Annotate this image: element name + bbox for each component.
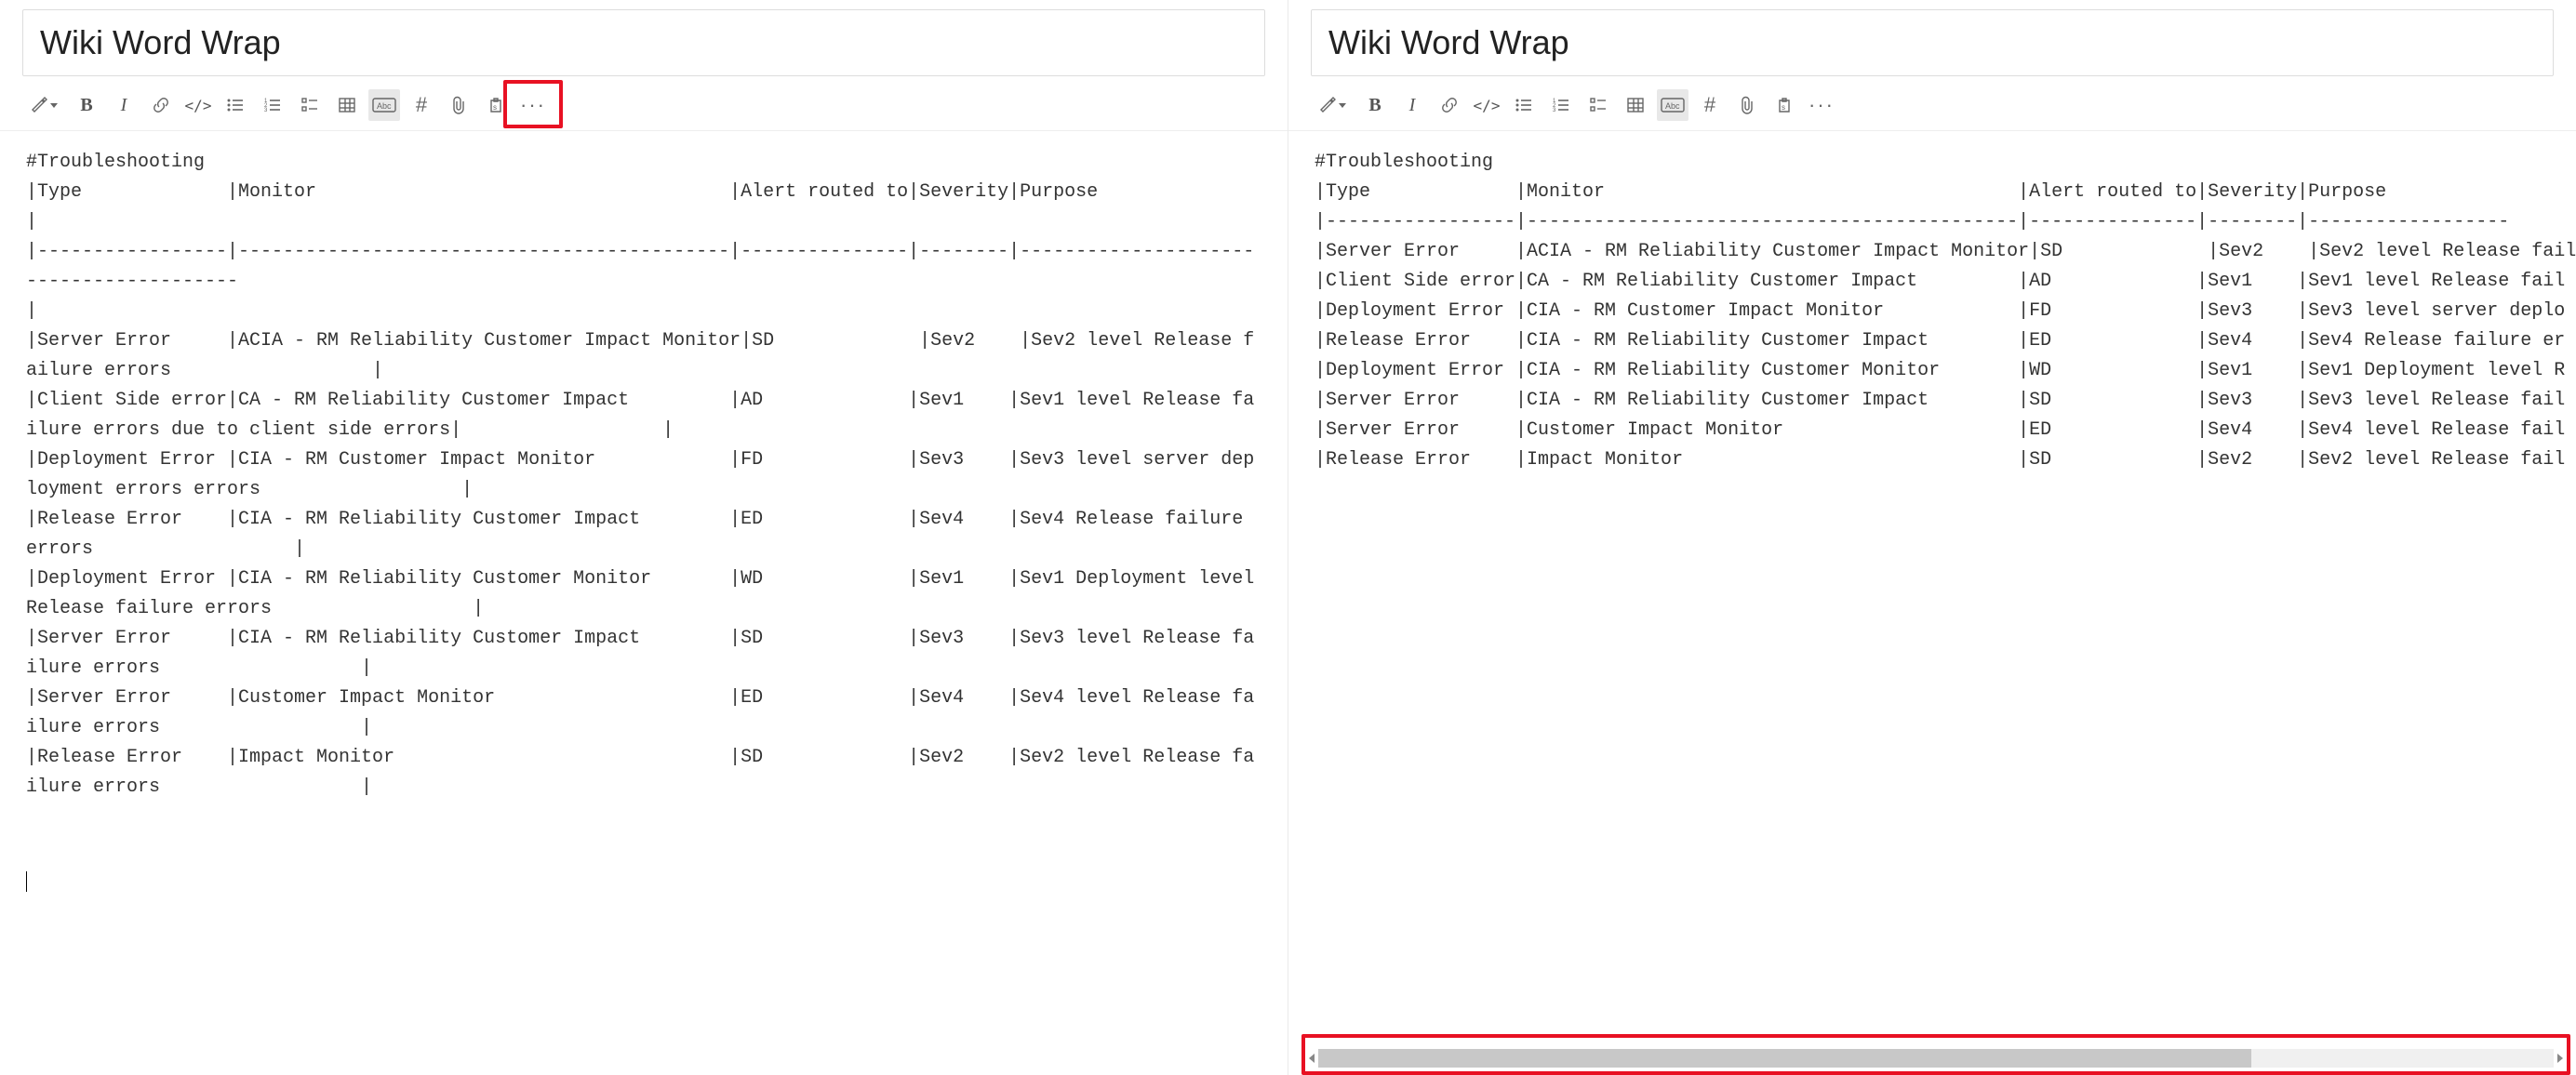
format-dropdown[interactable] xyxy=(22,89,65,121)
workitem-button[interactable]: s xyxy=(1768,89,1800,121)
toolbar: B I </> 123 Abc # xyxy=(1288,76,2576,131)
codeblock-button[interactable]: </> xyxy=(1471,89,1502,121)
svg-text:3: 3 xyxy=(1553,108,1556,113)
bullet-list-button[interactable] xyxy=(220,89,251,121)
attach-button[interactable] xyxy=(1731,89,1763,121)
chevron-down-icon xyxy=(1339,103,1346,108)
wrap-badge-text: Abc xyxy=(377,101,392,111)
workitem-button[interactable]: s xyxy=(480,89,512,121)
checklist-button[interactable] xyxy=(1582,89,1614,121)
svg-text:s: s xyxy=(1782,103,1785,112)
table-button[interactable] xyxy=(1620,89,1651,121)
bold-button[interactable]: B xyxy=(71,89,102,121)
bold-button[interactable]: B xyxy=(1359,89,1391,121)
svg-text:3: 3 xyxy=(264,108,268,113)
toolbar: B I </> 123 Abc # xyxy=(0,76,1288,131)
text-cursor xyxy=(26,871,27,892)
link-button[interactable] xyxy=(145,89,177,121)
word-wrap-button[interactable]: Abc xyxy=(1657,89,1688,121)
scroll-right-arrow[interactable] xyxy=(2554,1047,2567,1069)
editor-pane-wrap-on: Wiki Word Wrap B I </> 123 xyxy=(0,0,1288,1075)
italic-button[interactable]: I xyxy=(108,89,140,121)
horizontal-scrollbar[interactable] xyxy=(1305,1047,2567,1069)
table-button[interactable] xyxy=(331,89,363,121)
word-wrap-button[interactable]: Abc xyxy=(368,89,400,121)
bullet-list-button[interactable] xyxy=(1508,89,1540,121)
editor-content-nowrap[interactable]: #Troubleshooting |Type |Monitor |Alert r… xyxy=(1288,131,2576,1075)
scroll-thumb[interactable] xyxy=(1318,1049,2251,1068)
svg-text:Abc: Abc xyxy=(1665,101,1680,111)
more-button[interactable]: ··· xyxy=(517,89,549,121)
svg-text:s: s xyxy=(493,103,497,112)
editor-content-wrapped[interactable]: #Troubleshooting |Type |Monitor |Alert r… xyxy=(0,131,1288,1075)
page-title-input[interactable]: Wiki Word Wrap xyxy=(22,9,1265,76)
mention-button[interactable]: # xyxy=(406,89,437,121)
format-dropdown[interactable] xyxy=(1311,89,1354,121)
codeblock-button[interactable]: </> xyxy=(182,89,214,121)
numbered-list-button[interactable]: 123 xyxy=(1545,89,1577,121)
attach-button[interactable] xyxy=(443,89,474,121)
page-title-input[interactable]: Wiki Word Wrap xyxy=(1311,9,2554,76)
link-button[interactable] xyxy=(1434,89,1465,121)
scroll-left-arrow[interactable] xyxy=(1305,1047,1318,1069)
mention-button[interactable]: # xyxy=(1694,89,1726,121)
italic-button[interactable]: I xyxy=(1396,89,1428,121)
chevron-down-icon xyxy=(50,103,58,108)
checklist-button[interactable] xyxy=(294,89,326,121)
more-button[interactable]: ··· xyxy=(1806,89,1837,121)
numbered-list-button[interactable]: 123 xyxy=(257,89,288,121)
editor-pane-wrap-off: Wiki Word Wrap B I </> 123 xyxy=(1288,0,2576,1075)
